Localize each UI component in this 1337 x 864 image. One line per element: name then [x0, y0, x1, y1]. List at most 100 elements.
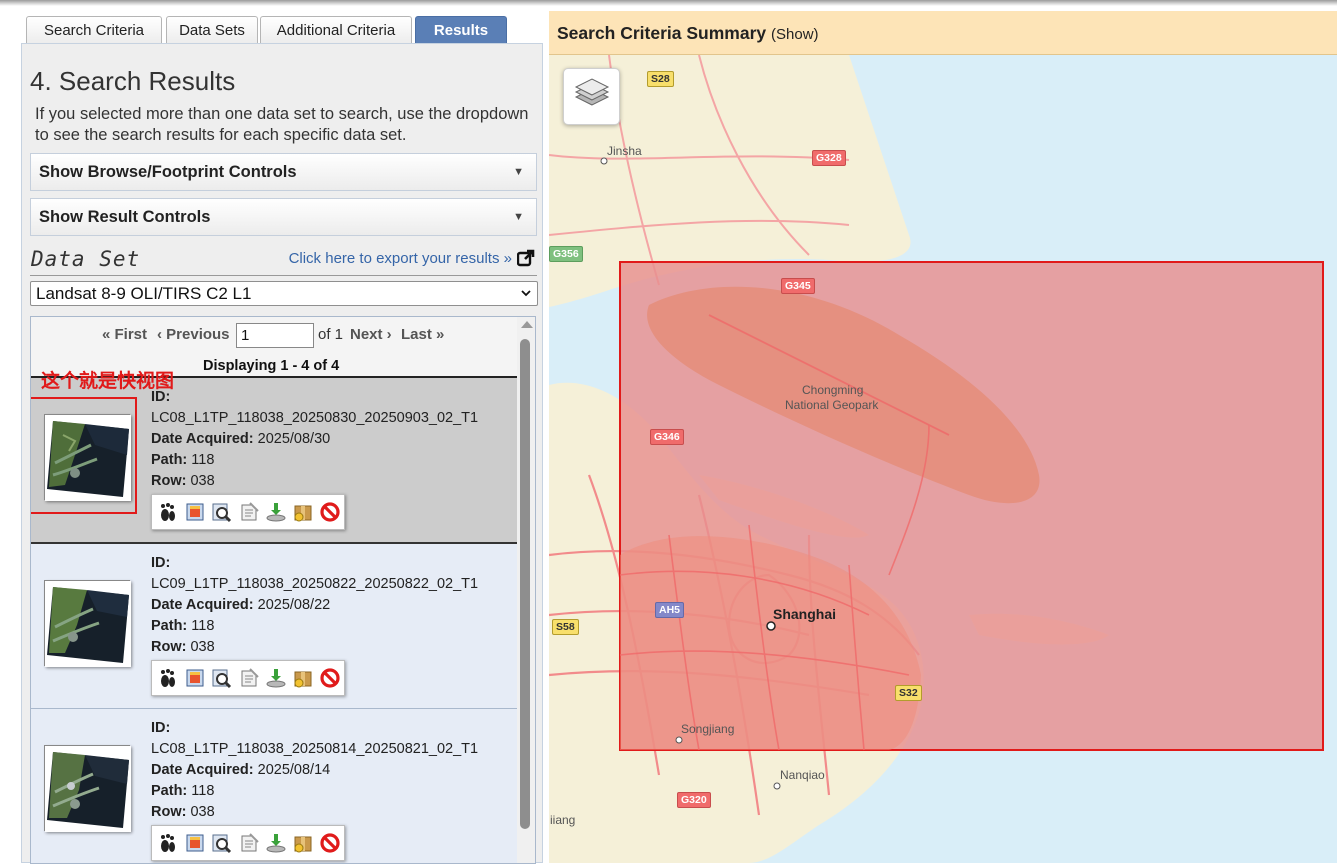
road-shield: G346 [650, 429, 684, 445]
overlay-icon[interactable] [184, 501, 206, 523]
browse-controls-label: Show Browse/Footprint Controls [39, 163, 297, 181]
top-border [0, 0, 1337, 6]
last-page-link[interactable]: Last » [401, 326, 444, 343]
exclude-icon[interactable] [319, 832, 341, 854]
metadata-icon[interactable] [238, 501, 260, 523]
road-shield: S58 [552, 619, 579, 635]
path-label: Path: [151, 618, 188, 634]
external-link-icon[interactable] [517, 249, 535, 267]
result-controls-toggle[interactable]: Show Result Controls ▼ [30, 198, 537, 236]
page-count: of 1 [318, 326, 344, 343]
entity-id: LC09_L1TP_118038_20250822_20250822_02_T1 [151, 576, 479, 592]
date-label: Date Acquired: [151, 597, 254, 613]
tab-data-sets[interactable]: Data Sets [166, 16, 258, 44]
id-label: ID: [151, 720, 171, 736]
city-marker-icon [766, 621, 776, 631]
export-results-link[interactable]: Click here to export your results » [289, 250, 512, 267]
map-view[interactable]: Jinsha Chongming National Geopark Shangh… [549, 55, 1337, 863]
browse-thumbnail[interactable] [44, 745, 131, 832]
compare-icon[interactable] [211, 832, 233, 854]
map-label-national-geopark: National Geopark [785, 398, 879, 412]
next-page-link[interactable]: Next › [350, 326, 392, 343]
result-metadata: ID: LC08_L1TP_118038_20250830_20250903_0… [151, 387, 478, 492]
basemap [549, 55, 1337, 863]
scroll-thumb[interactable] [520, 339, 530, 829]
footprint-icon[interactable] [157, 501, 179, 523]
results-list[interactable]: « First ‹ Previous of 1 Next › Last » Di… [30, 316, 536, 864]
result-actions [151, 825, 345, 861]
road-shield: G320 [677, 792, 711, 808]
order-icon[interactable] [292, 832, 314, 854]
map-label-jiang: iiang [550, 813, 576, 827]
page-number-input[interactable] [236, 323, 314, 348]
map-label-jinsha: Jinsha [607, 144, 642, 158]
dataset-select[interactable]: Landsat 8-9 OLI/TIRS C2 L1 [30, 281, 538, 306]
results-scrollbar[interactable] [517, 317, 535, 863]
first-page-link[interactable]: « First [102, 326, 147, 343]
path-label: Path: [151, 783, 188, 799]
annotation-highlight-box [31, 397, 137, 514]
browse-thumbnail[interactable] [44, 580, 131, 667]
compare-icon[interactable] [211, 501, 233, 523]
dataset-select-value: Landsat 8-9 OLI/TIRS C2 L1 [36, 284, 252, 303]
caret-down-icon: ▼ [513, 166, 524, 178]
road-shield: G356 [549, 246, 583, 262]
scroll-up-arrow-icon[interactable] [521, 321, 533, 328]
path-value: 118 [191, 618, 215, 634]
row-value: 038 [190, 804, 215, 820]
row-label: Row: [151, 804, 187, 820]
path-label: Path: [151, 452, 188, 468]
result-row: ID: LC09_L1TP_118038_20250822_20250822_0… [31, 542, 517, 708]
search-criteria-summary-header: Search Criteria Summary (Show) [549, 11, 1337, 55]
city-marker-icon [773, 782, 781, 790]
tab-search-criteria[interactable]: Search Criteria [26, 16, 162, 44]
map-label-nanqiao: Nanqiao [780, 768, 825, 782]
annotation-label: 这个就是快视图 [41, 371, 175, 392]
browse-footprint-controls-toggle[interactable]: Show Browse/Footprint Controls ▼ [30, 153, 537, 191]
footprint-icon[interactable] [157, 832, 179, 854]
exclude-icon[interactable] [319, 501, 341, 523]
layers-button[interactable] [563, 68, 620, 125]
download-icon[interactable] [265, 832, 287, 854]
order-icon[interactable] [292, 501, 314, 523]
order-icon[interactable] [292, 667, 314, 689]
overlay-icon[interactable] [184, 667, 206, 689]
date-acquired: 2025/08/30 [257, 431, 331, 447]
overlay-icon[interactable] [184, 832, 206, 854]
displaying-count: Displaying 1 - 4 of 4 [203, 358, 340, 374]
download-icon[interactable] [265, 501, 287, 523]
row-value: 038 [190, 639, 215, 655]
compare-icon[interactable] [211, 667, 233, 689]
city-marker-icon [600, 157, 608, 165]
road-shield: G345 [781, 278, 815, 294]
exclude-icon[interactable] [319, 667, 341, 689]
road-shield: S32 [895, 685, 922, 701]
landsat-scene-image [45, 581, 131, 667]
page-title: 4. Search Results [30, 66, 236, 96]
map-label-songjiang: Songjiang [681, 722, 735, 736]
summary-title: Search Criteria Summary [557, 23, 767, 43]
footprint-icon[interactable] [157, 667, 179, 689]
path-value: 118 [191, 452, 215, 468]
entity-id: LC08_L1TP_118038_20250814_20250821_02_T1 [151, 741, 479, 757]
row-label: Row: [151, 639, 187, 655]
row-label: Row: [151, 473, 187, 489]
intro-text: If you selected more than one data set t… [35, 105, 529, 144]
tab-results[interactable]: Results [415, 16, 507, 44]
metadata-icon[interactable] [238, 832, 260, 854]
download-icon[interactable] [265, 667, 287, 689]
map-label-shanghai: Shanghai [773, 606, 837, 622]
date-label: Date Acquired: [151, 431, 254, 447]
metadata-icon[interactable] [238, 667, 260, 689]
map-label-chongming: Chongming [802, 383, 864, 397]
summary-show-toggle[interactable]: (Show) [771, 26, 819, 43]
date-acquired: 2025/08/22 [257, 597, 331, 613]
tab-additional-criteria[interactable]: Additional Criteria [260, 16, 412, 44]
previous-page-link[interactable]: ‹ Previous [157, 326, 230, 343]
result-row: ID: LC08_L1TP_118038_20250814_20250821_0… [31, 708, 517, 863]
pagination: « First ‹ Previous of 1 Next › Last » [31, 323, 517, 349]
layers-icon [574, 78, 610, 106]
caret-down-icon: ▼ [513, 211, 524, 223]
result-metadata: ID: LC09_L1TP_118038_20250822_20250822_0… [151, 553, 478, 658]
row-value: 038 [190, 473, 215, 489]
